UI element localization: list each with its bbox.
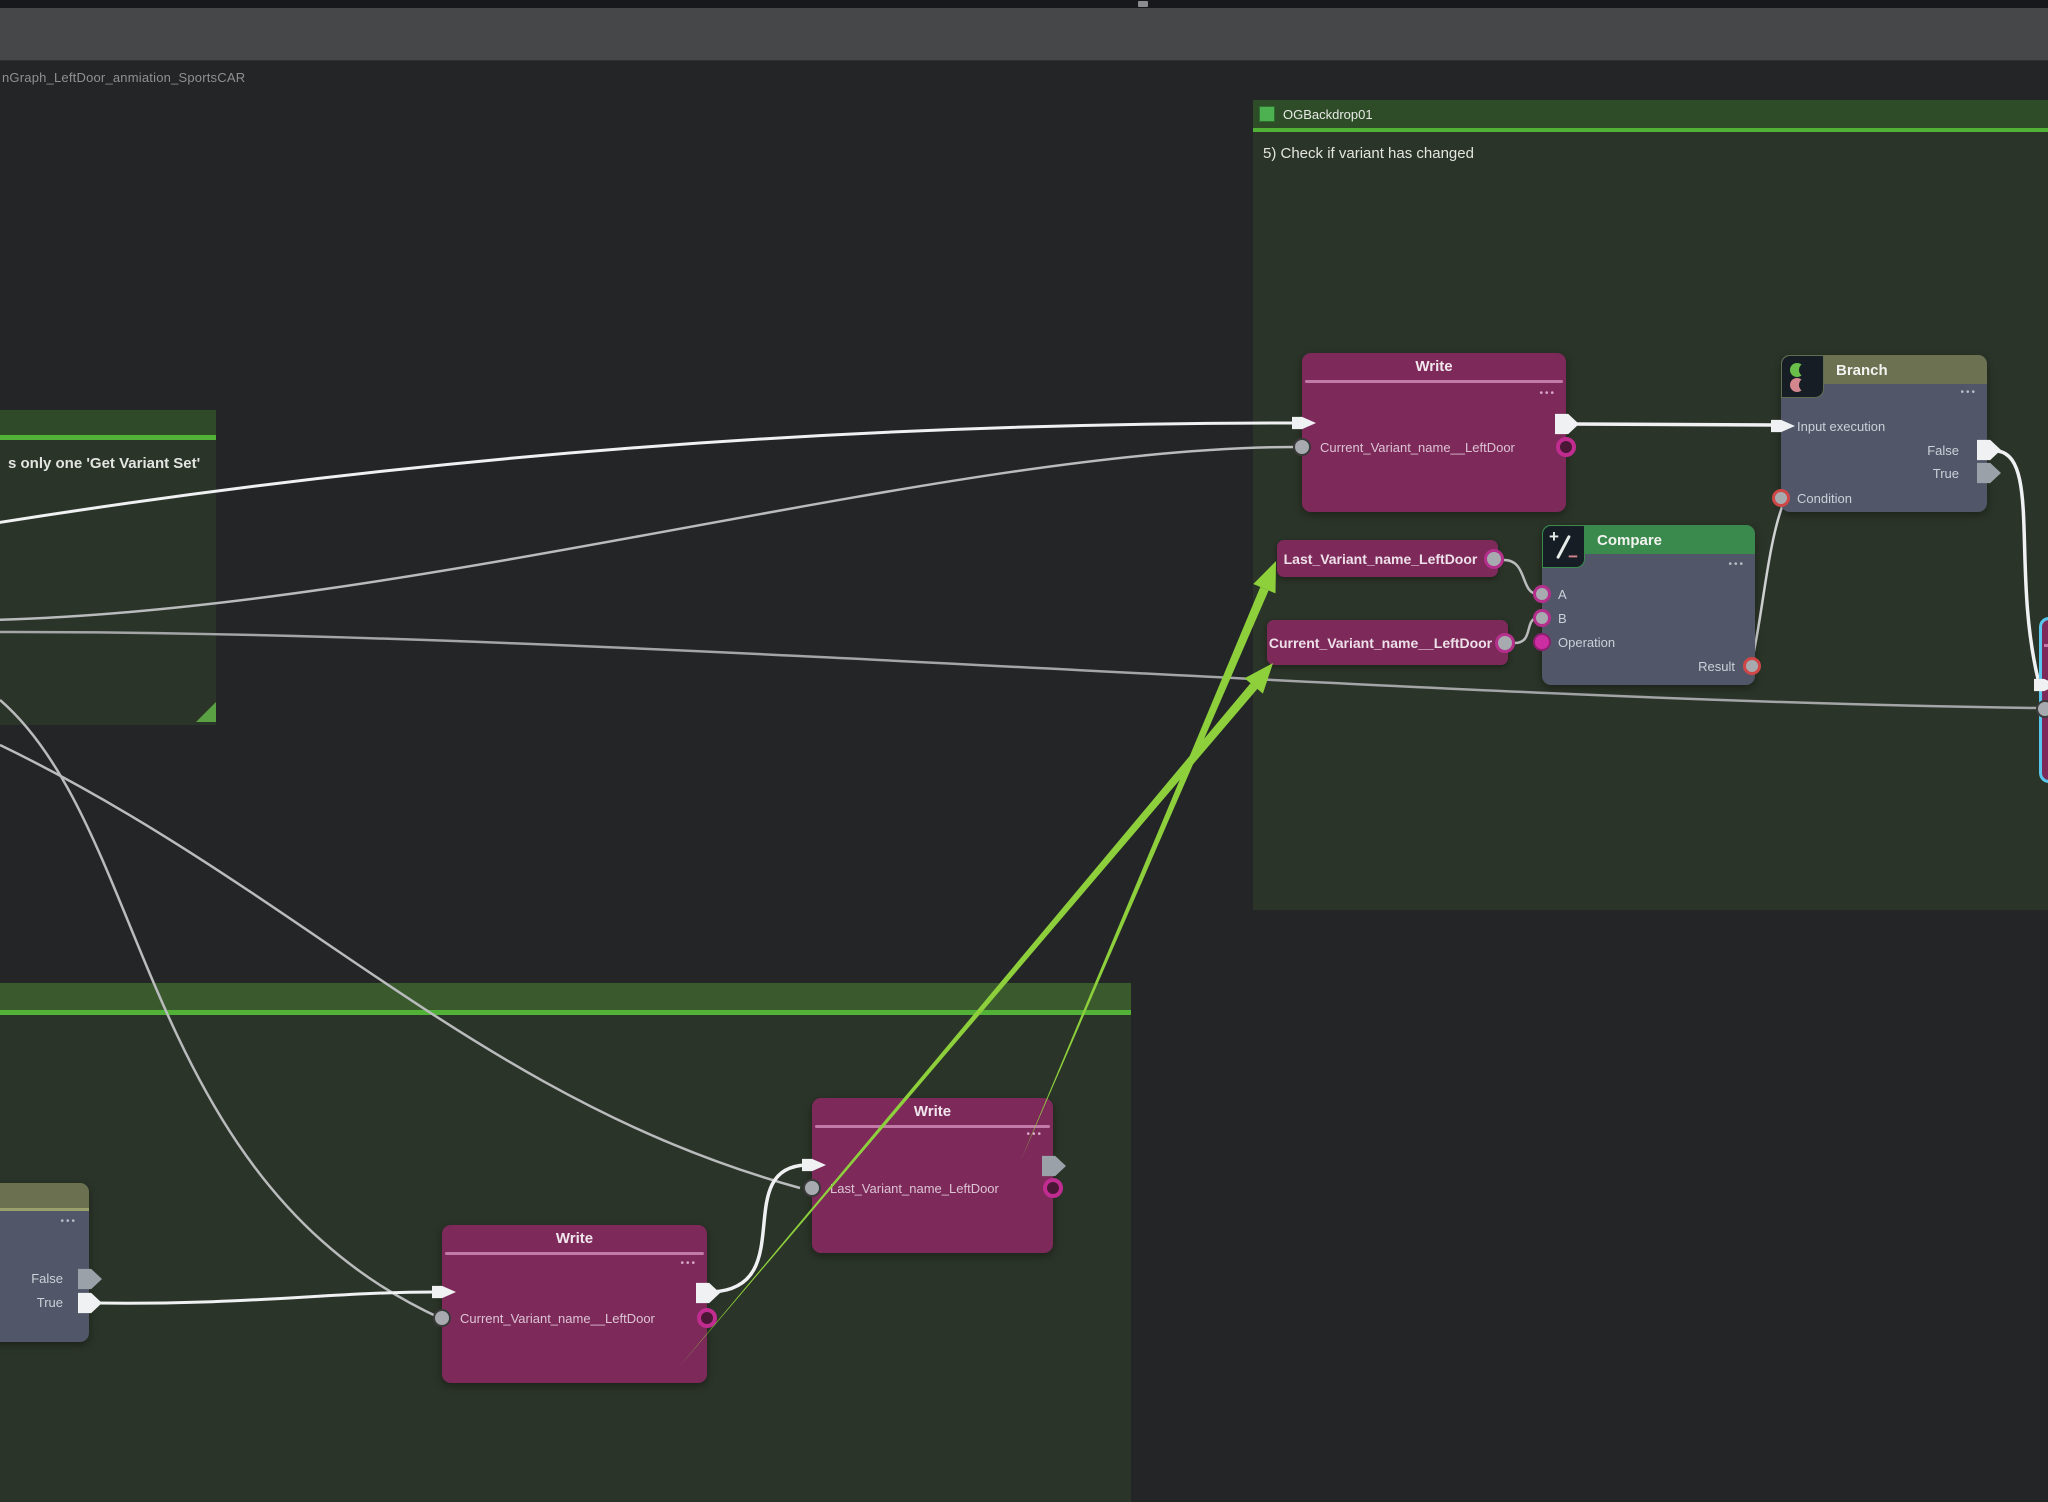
pill-label: Last_Variant_name_LeftDoor xyxy=(1284,551,1478,567)
header-divider xyxy=(0,1208,89,1211)
more-dots-icon[interactable]: ••• xyxy=(1539,389,1556,399)
node-title: Write xyxy=(812,1103,1053,1120)
b-label: B xyxy=(1558,611,1567,626)
wire-data-result-to-condition[interactable] xyxy=(1752,502,1784,660)
node-write-current-top[interactable]: Write ••• Current_Variant_name__LeftDoor xyxy=(1302,353,1566,512)
more-dots-icon[interactable]: ••• xyxy=(1728,560,1745,570)
title-divider xyxy=(445,1252,704,1255)
node-branch[interactable]: Branch ••• Input execution False True Co… xyxy=(1781,355,1987,512)
input-pin[interactable] xyxy=(803,1179,821,1197)
b-pin[interactable] xyxy=(1533,609,1551,627)
wire-exec-true-to-write-mid[interactable] xyxy=(96,1292,436,1303)
result-label: Result xyxy=(1698,659,1735,674)
wire-exec-branch-false-to-selected[interactable] xyxy=(1998,451,2038,679)
graph-editor-canvas[interactable]: s only one 'Get Variant Set' OGBackdrop0… xyxy=(0,0,2048,1502)
condition-label: Condition xyxy=(1797,491,1852,506)
window-top-strip xyxy=(0,0,2048,8)
true-label: True xyxy=(1933,466,1959,481)
node-title: Compare xyxy=(1597,532,1662,549)
false-label: False xyxy=(1927,443,1959,458)
wire-data-to-write-top-input[interactable] xyxy=(0,447,1296,620)
false-label: False xyxy=(31,1271,63,1286)
wire-exec-write-top-to-branch[interactable] xyxy=(1570,424,1776,425)
wire-exec-write-mid-to-write-last[interactable] xyxy=(712,1165,806,1292)
more-dots-icon[interactable]: ••• xyxy=(60,1217,77,1227)
node-header[interactable] xyxy=(0,1183,89,1208)
compare-plusminus-icon: + − xyxy=(1542,525,1585,568)
condition-pin[interactable] xyxy=(1772,489,1790,507)
output-pin[interactable] xyxy=(697,1308,717,1328)
pill-label: Current_Variant_name__LeftDoor xyxy=(1269,635,1492,651)
pill-output-pin[interactable] xyxy=(1495,633,1515,653)
title-divider xyxy=(2044,644,2048,647)
output-pin[interactable] xyxy=(1556,437,1576,457)
wire-layer xyxy=(0,0,2048,1502)
wire-data-sweep-to-write-last[interactable] xyxy=(0,745,800,1188)
input-pin-label: Current_Variant_name__LeftDoor xyxy=(1320,440,1515,455)
input-pin-label: Last_Variant_name_LeftDoor xyxy=(830,1181,999,1196)
branch-toggle-icon xyxy=(1781,355,1824,398)
input-execution-label: Input execution xyxy=(1797,419,1885,434)
a-label: A xyxy=(1558,587,1567,602)
more-dots-icon[interactable]: ••• xyxy=(680,1259,697,1269)
node-title: Write xyxy=(1302,358,1566,375)
node-write-current-bottom[interactable]: Write ••• Current_Variant_name__LeftDoor xyxy=(442,1225,707,1383)
result-pin[interactable] xyxy=(1743,657,1761,675)
more-dots-icon[interactable]: ••• xyxy=(1026,1130,1043,1140)
true-label: True xyxy=(37,1295,63,1310)
input-pin-label: Current_Variant_name__LeftDoor xyxy=(460,1311,655,1326)
more-dots-icon[interactable]: ••• xyxy=(1960,388,1977,398)
wire-data-pill-last-to-a[interactable] xyxy=(1504,560,1538,594)
splitter-handle-icon[interactable] xyxy=(1138,1,1148,7)
operation-label: Operation xyxy=(1558,635,1615,650)
pill-last-variant[interactable]: Last_Variant_name_LeftDoor xyxy=(1277,540,1498,577)
operation-pin[interactable] xyxy=(1533,633,1551,651)
input-pin[interactable] xyxy=(1293,438,1311,456)
node-compare[interactable]: + − Compare ••• A B Operation Result xyxy=(1542,525,1755,685)
pill-current-variant[interactable]: Current_Variant_name__LeftDoor xyxy=(1267,620,1508,665)
node-branch-partial[interactable]: ••• False True xyxy=(0,1183,89,1342)
title-divider xyxy=(1305,380,1563,383)
title-divider xyxy=(815,1125,1050,1128)
a-pin[interactable] xyxy=(1533,585,1551,603)
toolbar xyxy=(0,8,2048,61)
output-pin[interactable] xyxy=(1043,1178,1063,1198)
wire-exec-to-write-top[interactable] xyxy=(0,423,1294,524)
input-pin[interactable] xyxy=(433,1309,451,1327)
pill-output-pin[interactable] xyxy=(1484,549,1504,569)
node-selected-fragment[interactable] xyxy=(2039,617,2048,783)
node-title: Write xyxy=(442,1230,707,1247)
node-title: Branch xyxy=(1836,362,1888,379)
input-pin[interactable] xyxy=(2036,700,2048,718)
node-write-last[interactable]: Write ••• Last_Variant_name_LeftDoor xyxy=(812,1098,1053,1253)
